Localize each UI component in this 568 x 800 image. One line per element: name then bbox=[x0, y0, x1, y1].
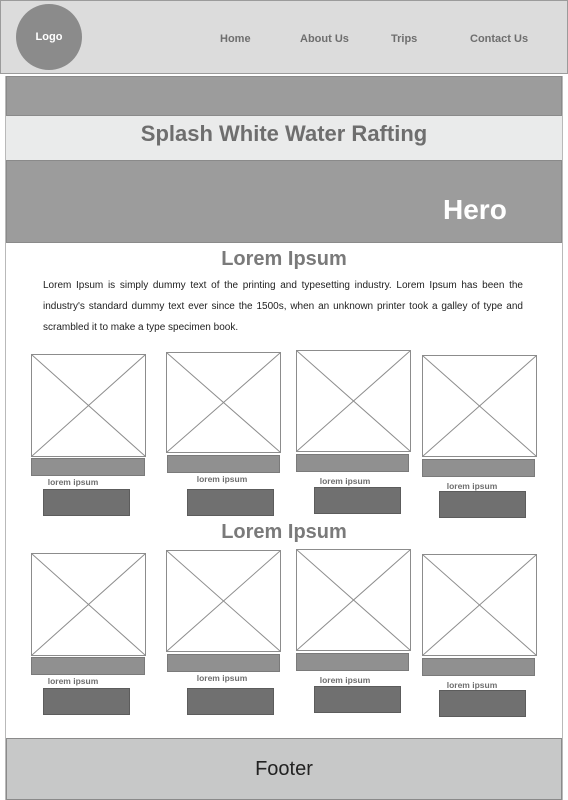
card-button[interactable] bbox=[439, 690, 526, 717]
image-placeholder bbox=[166, 550, 281, 652]
card-caption-bar bbox=[31, 458, 145, 476]
nav-home[interactable]: Home bbox=[220, 33, 251, 45]
intro-paragraph: Lorem Ipsum is simply dummy text of the … bbox=[43, 280, 523, 333]
image-placeholder bbox=[166, 352, 281, 453]
card-caption-bar bbox=[422, 459, 535, 477]
card-label: lorem ipsum bbox=[196, 673, 248, 683]
site-footer: Footer bbox=[6, 738, 562, 800]
card-caption-bar bbox=[31, 657, 145, 675]
card-button[interactable] bbox=[314, 487, 401, 514]
card-button[interactable] bbox=[187, 489, 274, 516]
card-caption-bar bbox=[167, 455, 280, 473]
image-placeholder bbox=[31, 553, 146, 656]
image-placeholder bbox=[296, 350, 411, 452]
card-caption-bar bbox=[296, 454, 409, 472]
image-placeholder bbox=[422, 554, 537, 656]
section-title: Lorem Ipsum bbox=[221, 521, 347, 543]
card-caption-bar bbox=[167, 654, 280, 672]
image-placeholder bbox=[422, 355, 537, 457]
card-button[interactable] bbox=[314, 686, 401, 713]
card-label: lorem ipsum bbox=[47, 477, 99, 487]
footer-label: Footer bbox=[255, 757, 313, 780]
card-caption-bar bbox=[296, 653, 409, 671]
nav-about-us[interactable]: About Us bbox=[300, 33, 349, 45]
section-title: Lorem Ipsum bbox=[221, 248, 347, 270]
card-button[interactable] bbox=[43, 489, 130, 516]
nav-trips[interactable]: Trips bbox=[391, 33, 417, 45]
card-button[interactable] bbox=[439, 491, 526, 518]
card-label: lorem ipsum bbox=[446, 481, 498, 491]
card-label: lorem ipsum bbox=[319, 476, 371, 486]
card-button[interactable] bbox=[187, 688, 274, 715]
image-placeholder bbox=[31, 354, 146, 457]
site-title: Splash White Water Rafting bbox=[140, 121, 428, 146]
top-banner bbox=[6, 76, 562, 116]
card-label: lorem ipsum bbox=[446, 680, 498, 690]
card-button[interactable] bbox=[43, 688, 130, 715]
image-placeholder bbox=[296, 549, 411, 651]
card-caption-bar bbox=[422, 658, 535, 676]
card-label: lorem ipsum bbox=[319, 675, 371, 685]
hero-label: Hero bbox=[443, 194, 507, 225]
logo[interactable]: Logo bbox=[16, 4, 82, 70]
nav-contact-us[interactable]: Contact Us bbox=[470, 33, 528, 45]
card-label: lorem ipsum bbox=[47, 676, 99, 686]
card-label: lorem ipsum bbox=[196, 474, 248, 484]
